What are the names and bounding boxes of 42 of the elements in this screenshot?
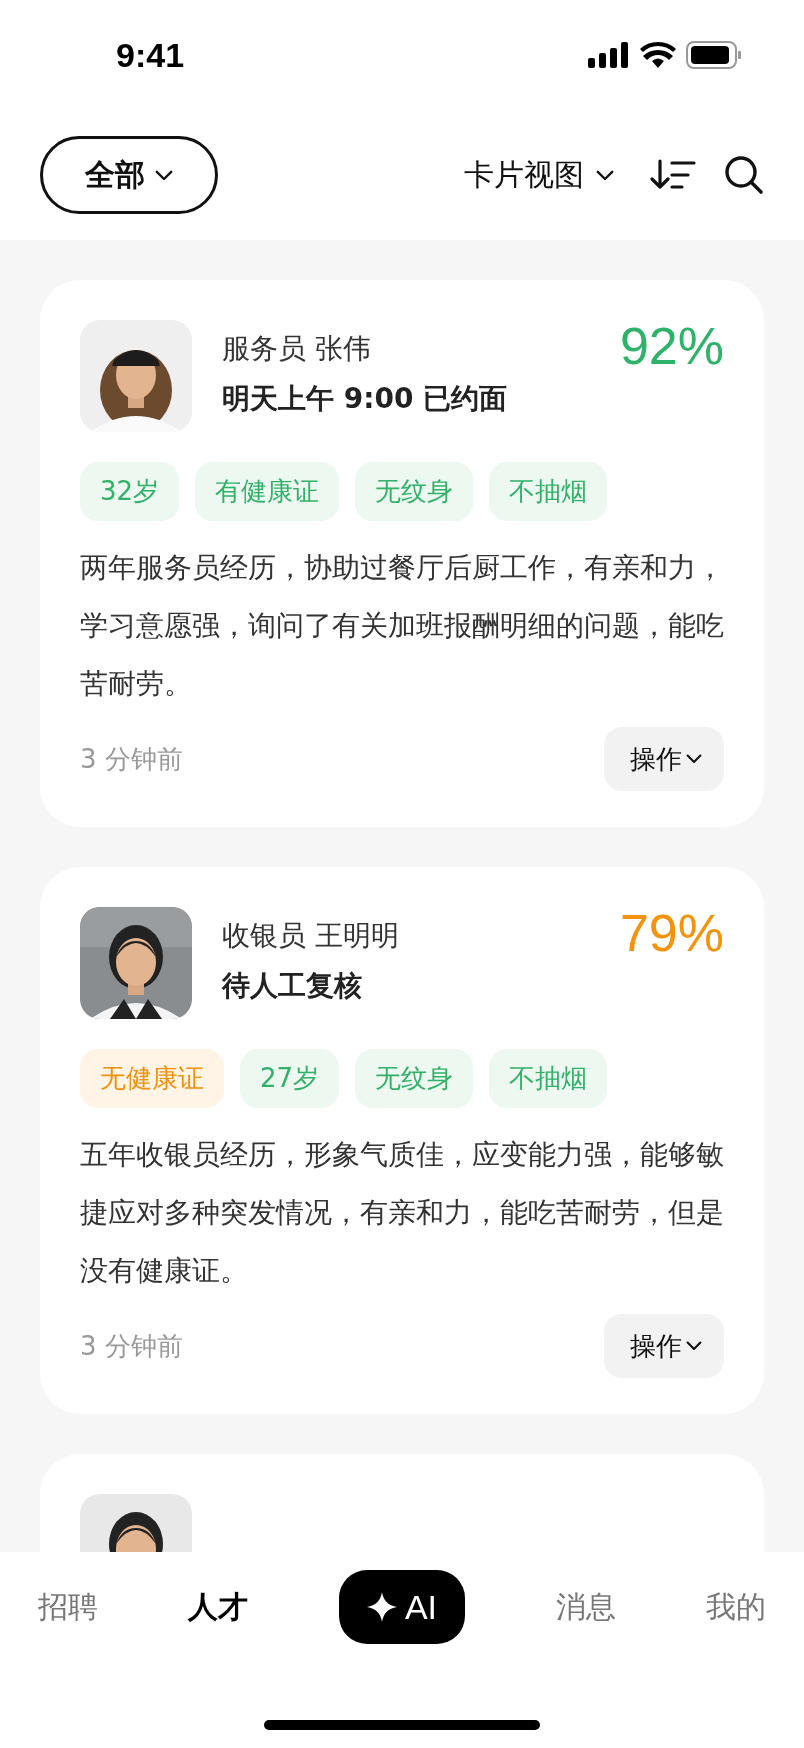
nav-tab[interactable]: 招聘 xyxy=(38,1586,98,1628)
chevron-down-icon xyxy=(686,754,702,764)
chevron-down-icon xyxy=(596,169,614,181)
tag: 不抽烟 xyxy=(489,462,608,521)
nav-tab[interactable]: 消息 xyxy=(555,1586,616,1628)
sparkle-icon xyxy=(366,1592,397,1622)
candidate-title: 服务员 张伟 xyxy=(222,331,372,367)
candidate-status: 待人工复核 xyxy=(222,968,363,1004)
tag: 无纹身 xyxy=(355,462,474,521)
nav-tab[interactable]: 我的 xyxy=(706,1586,766,1628)
view-dropdown[interactable]: 卡片视图 xyxy=(464,154,614,196)
search-icon xyxy=(724,155,764,195)
candidate-summary: 两年服务员经历，协助过餐厅后厨工作，有亲和力，学习意愿强，询问了有关加班报酬明细的问题，能吃苦耐劳。 xyxy=(80,550,724,702)
timestamp: 3 分钟前 xyxy=(80,742,183,776)
wifi-icon xyxy=(640,42,676,68)
sort-button[interactable] xyxy=(650,159,696,191)
action-button[interactable]: 操作 xyxy=(604,727,724,791)
search-button[interactable] xyxy=(724,155,764,195)
nav-tab[interactable]: 人才 xyxy=(188,1586,249,1628)
tag: 无纹身 xyxy=(355,1049,474,1108)
tag: 27岁 xyxy=(240,1049,340,1108)
tag: 有健康证 xyxy=(195,462,340,521)
filter-dropdown[interactable]: 全部 xyxy=(40,136,218,214)
chevron-down-icon xyxy=(155,169,173,181)
battery-icon xyxy=(686,41,742,69)
tag: 32岁 xyxy=(80,462,180,521)
candidate-card[interactable]: 收银员 王明明 待人工复核 79% 无健康证 27岁 无纹身 不抽烟 五年收银员经历，形象气质佳，应变能力强，能够敏捷应对多种突发情况，有亲和力，能吃苦耐劳，但是没有健康证。 3 分钟前 操作 xyxy=(40,867,764,1414)
tag: 不抽烟 xyxy=(489,1049,608,1108)
candidate-card[interactable]: 服务员 张伟 明天上午 9:00 已约面 92% 32岁 有健康证 无纹身 不抽烟 两年服务员经历，协助过餐厅后厨工作，有亲和力，学习意愿强，询问了有关加班报酬明细的问题，能吃苦耐劳。 3 分钟前 操作 xyxy=(40,280,764,827)
candidate-title: 收银员 王明明 xyxy=(222,918,400,954)
timestamp: 3 分钟前 xyxy=(80,1329,183,1363)
signal-icon xyxy=(588,42,630,68)
match-score: 92% xyxy=(619,320,724,372)
chevron-down-icon xyxy=(686,1341,702,1351)
tag: 无健康证 xyxy=(80,1049,224,1108)
status-time: 9:41 xyxy=(116,35,185,75)
sort-icon xyxy=(650,159,696,191)
candidate-status: 明天上午 9:00 已约面 xyxy=(222,381,509,417)
action-button[interactable]: 操作 xyxy=(604,1314,724,1378)
match-score: 79% xyxy=(619,907,724,959)
ai-tab[interactable]: AI xyxy=(338,1570,466,1644)
candidate-summary: 五年收银员经历，形象气质佳，应变能力强，能够敏捷应对多种突发情况，有亲和力，能吃苦耐劳，但是没有健康证。 xyxy=(80,1137,724,1289)
